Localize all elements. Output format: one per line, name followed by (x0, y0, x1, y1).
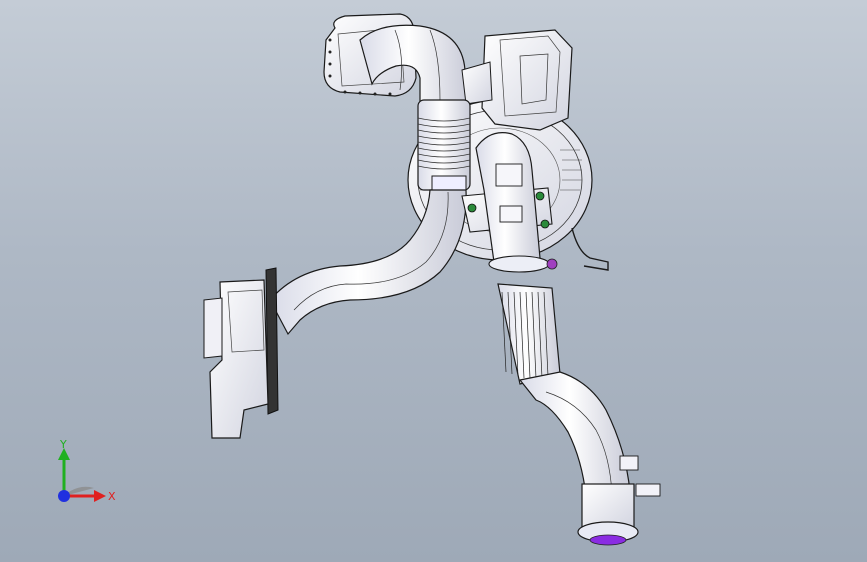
cad-model-assembly[interactable] (0, 0, 867, 562)
coordinate-triad: Y X (58, 438, 116, 503)
bottom-outlet-flange (577, 483, 639, 546)
z-axis-dot (58, 490, 70, 502)
sensor-wire (571, 227, 609, 271)
left-s-duct (269, 189, 467, 336)
lower-bellows (497, 283, 561, 385)
left-outlet-assembly (203, 267, 279, 439)
y-axis-label: Y (59, 438, 67, 451)
lower-curved-tube (518, 371, 661, 497)
x-axis-arrowhead (94, 490, 106, 502)
upper-bellows-tube (417, 99, 471, 191)
x-axis-label: X (108, 490, 116, 503)
graphics-viewport[interactable]: Y X (0, 0, 867, 562)
